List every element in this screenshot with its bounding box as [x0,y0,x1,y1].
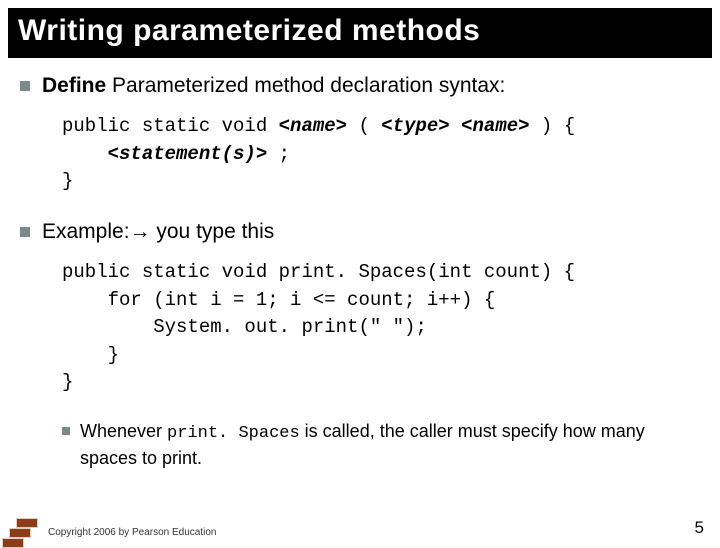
bullet-icon [62,427,70,435]
example-code: public static void print. Spaces(int cou… [62,259,700,397]
slide-content: Define Parameterized method declaration … [0,58,720,470]
syntax-name2: <name> [461,115,529,137]
ex-l4: } [62,344,119,366]
ex-l2: for (int i = 1; i <= count; i++) { [62,289,495,311]
bullet-example-text: Example:→ you type this [42,218,274,245]
sub-a: Whenever [80,421,167,441]
syntax-l2b: ; [267,143,290,165]
copyright-text: Copyright 2006 by Pearson Education [48,527,216,538]
footer: Copyright 2006 by Pearson Education 5 [0,504,720,548]
sub-code: print. Spaces [167,424,300,443]
bullet-icon [20,227,30,237]
ex-l5: } [62,371,73,393]
bullet-example: Example:→ you type this [20,218,700,245]
sub-bullet: Whenever print. Spaces is called, the ca… [62,419,700,470]
page-number: 5 [695,518,704,538]
syntax-type: <type> [381,115,449,137]
example-b: you type this [151,220,275,243]
title-bar: Writing parameterized methods [8,8,712,58]
define-bold: Define [42,74,106,97]
syntax-name1: <name> [279,115,347,137]
syntax-l3: } [62,170,73,192]
syntax-block: public static void <name> ( <type> <name… [62,113,700,196]
arrow-icon: → [130,220,151,243]
bullet-define-text: Define Parameterized method declaration … [42,72,505,99]
ex-l3: System. out. print(" "); [62,316,427,338]
ex-l1: public static void print. Spaces(int cou… [62,261,575,283]
example-a: Example: [42,220,130,243]
bullet-icon [20,81,30,91]
slide-title: Writing parameterized methods [18,14,702,48]
bullet-define: Define Parameterized method declaration … [20,72,700,99]
brick-icon [16,518,38,528]
syntax-l1c [450,115,461,137]
brick-icon [9,528,31,538]
syntax-stmt: <statement(s)> [108,143,268,165]
syntax-l1a: public static void [62,115,279,137]
syntax-l1b: ( [347,115,381,137]
syntax-l2a [62,143,108,165]
define-rest: Parameterized method declaration syntax: [106,74,505,97]
syntax-l1d: ) { [530,115,576,137]
sub-bullet-text: Whenever print. Spaces is called, the ca… [80,419,700,470]
